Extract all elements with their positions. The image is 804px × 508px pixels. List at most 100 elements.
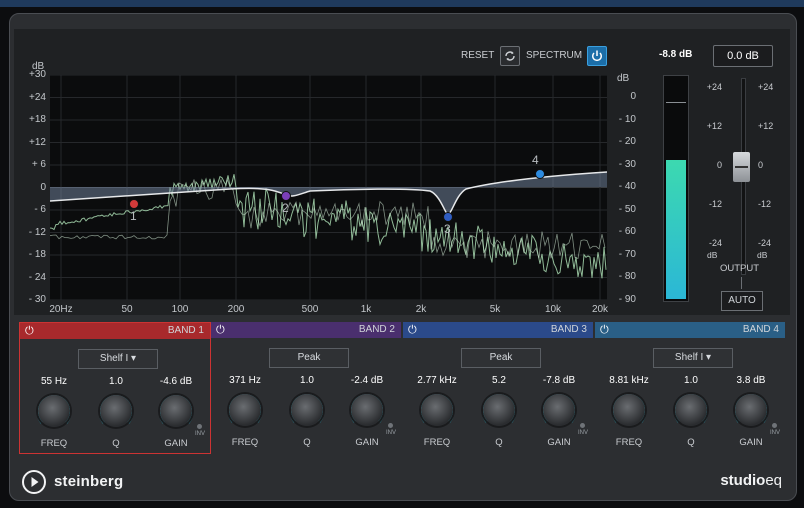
band-q-knob[interactable] (675, 394, 707, 426)
band-gain-value[interactable]: -2.4 dB (337, 375, 397, 386)
band-q-value[interactable]: 1.0 (661, 375, 721, 386)
footer: steinberg studioeq (10, 458, 794, 498)
meter-fill (666, 159, 686, 299)
band-gain-value[interactable]: -4.6 dB (146, 376, 206, 387)
band-title: BAND 3 (550, 324, 587, 335)
output-level-meter (663, 75, 689, 302)
eq-graph[interactable]: 1 2 3 4 (49, 74, 608, 301)
right-tick-label: - 10 (618, 113, 636, 125)
band-gain-value[interactable]: 3.8 dB (721, 375, 781, 386)
reset-button[interactable] (500, 46, 520, 66)
freq-tick-label: 5k (489, 304, 501, 315)
band-freq-value[interactable]: 8.81 kHz (599, 375, 659, 386)
band-q-value[interactable]: 1.0 (86, 376, 146, 387)
band-3-header: ⏻ BAND 3 (403, 322, 593, 338)
output-scale-label-left: -12 (708, 199, 722, 209)
band-gain-knob[interactable] (351, 394, 383, 426)
band-node-label: 2 (282, 201, 289, 215)
left-tick-label: - 18 (28, 249, 46, 260)
band-q-knob[interactable] (291, 394, 323, 426)
band-freq-label: FREQ (615, 437, 643, 448)
peak-readout: -8.8 dB (659, 49, 693, 60)
band-q-knob[interactable] (100, 395, 132, 427)
band-freq-value[interactable]: 2.77 kHz (407, 375, 467, 386)
left-tick-label: - 30 (28, 294, 46, 305)
right-tick-label: - 40 (618, 181, 636, 192)
band-node-4 (535, 169, 545, 179)
band-freq-value[interactable]: 371 Hz (215, 375, 275, 386)
output-scale-label-left: +12 (706, 121, 722, 131)
band-2-header: ⏻ BAND 2 (211, 322, 401, 338)
output-scale-label-left: -24 (708, 238, 722, 248)
output-scale-label-right: -12 (758, 199, 772, 209)
spectrum-label: SPECTRUM (526, 50, 583, 61)
freq-tick-label: 1k (360, 304, 372, 315)
freq-tick-label: 500 (301, 304, 319, 315)
output-fader-handle[interactable] (733, 152, 750, 182)
band-1-header: ⏻ BAND 1 (20, 323, 210, 339)
invert-toggle[interactable] (197, 424, 202, 429)
right-axis-unit: dB (617, 73, 630, 84)
spectrum-toggle[interactable] (587, 46, 607, 66)
freq-tick-label: 50 (121, 304, 133, 315)
band-1-panel: ⏻ BAND 1 Shelf I ▾ 55 Hz FREQ 1.0 Q -4.6 dB GAIN… (19, 322, 211, 454)
output-scale-label-right: +24 (758, 82, 774, 92)
band-gain-knob[interactable] (735, 394, 767, 426)
right-tick-label: - 60 (618, 226, 636, 237)
output-db-label-left: dB (707, 250, 718, 260)
band-freq-value[interactable]: 55 Hz (24, 376, 84, 387)
output-gain-field[interactable]: 0.0 dB (713, 45, 773, 67)
band-freq-knob[interactable] (421, 394, 453, 426)
band-q-knob[interactable] (483, 394, 515, 426)
band-power-icon[interactable]: ⏻ (408, 324, 417, 337)
band-power-icon[interactable]: ⏻ (216, 324, 225, 337)
freq-tick-label: 10k (544, 304, 562, 315)
band-node-2 (281, 191, 291, 201)
auto-button[interactable]: AUTO (721, 291, 763, 311)
band-node-1 (129, 199, 139, 209)
filter-type-select[interactable]: Shelf I ▾ (78, 349, 158, 369)
steinberg-logo-icon (22, 470, 46, 494)
band-node-3 (443, 212, 453, 222)
right-tick-label: - 50 (618, 203, 636, 215)
band-power-icon[interactable]: ⏻ (25, 325, 34, 338)
left-tick-label: + 6 (31, 159, 46, 170)
output-scale-label-left: 0 (716, 160, 722, 170)
band-node-label: 3 (444, 222, 451, 236)
band-freq-knob[interactable] (613, 394, 645, 426)
filter-type-select[interactable]: Shelf I ▾ (653, 348, 733, 368)
right-tick-label: - 90 (618, 293, 636, 305)
left-tick-label: +18 (29, 114, 46, 125)
right-tick-label: 0 (630, 91, 636, 102)
filter-type-select[interactable]: Peak (461, 348, 541, 368)
left-tick-label: 0 (40, 181, 46, 193)
invert-label: INV (195, 431, 206, 437)
output-label: OUTPUT (720, 263, 760, 274)
product-name: studioeq (720, 472, 782, 489)
band-gain-label: GAIN (355, 437, 379, 448)
band-gain-knob[interactable] (543, 394, 575, 426)
band-gain-value[interactable]: -7.8 dB (529, 375, 589, 386)
power-icon (591, 50, 603, 62)
freq-tick-label: 2k (415, 304, 427, 315)
band-gain-knob[interactable] (160, 395, 192, 427)
output-scale-label-right: 0 (758, 160, 764, 170)
band-freq-knob[interactable] (229, 394, 261, 426)
invert-label: INV (770, 430, 781, 436)
brand-name: steinberg (54, 473, 124, 490)
band-4-panel: ⏻ BAND 4 Shelf I ▾ 8.81 kHz FREQ 1.0 Q 3.8 dB GA… (595, 322, 785, 452)
invert-toggle[interactable] (580, 423, 585, 428)
band-power-icon[interactable]: ⏻ (600, 324, 609, 337)
meter-peak-line (666, 102, 686, 103)
band-title: BAND 2 (358, 324, 395, 335)
invert-toggle[interactable] (772, 423, 777, 428)
band-q-value[interactable]: 1.0 (277, 375, 337, 386)
eq-curve-display: 1 2 3 4 (49, 74, 608, 301)
output-connector (741, 277, 742, 289)
invert-toggle[interactable] (388, 423, 393, 428)
band-freq-knob[interactable] (38, 395, 70, 427)
band-q-value[interactable]: 5.2 (469, 375, 529, 386)
band-title: BAND 1 (167, 325, 204, 336)
filter-type-select[interactable]: Peak (269, 348, 349, 368)
output-scale-label-right: +12 (758, 121, 774, 131)
